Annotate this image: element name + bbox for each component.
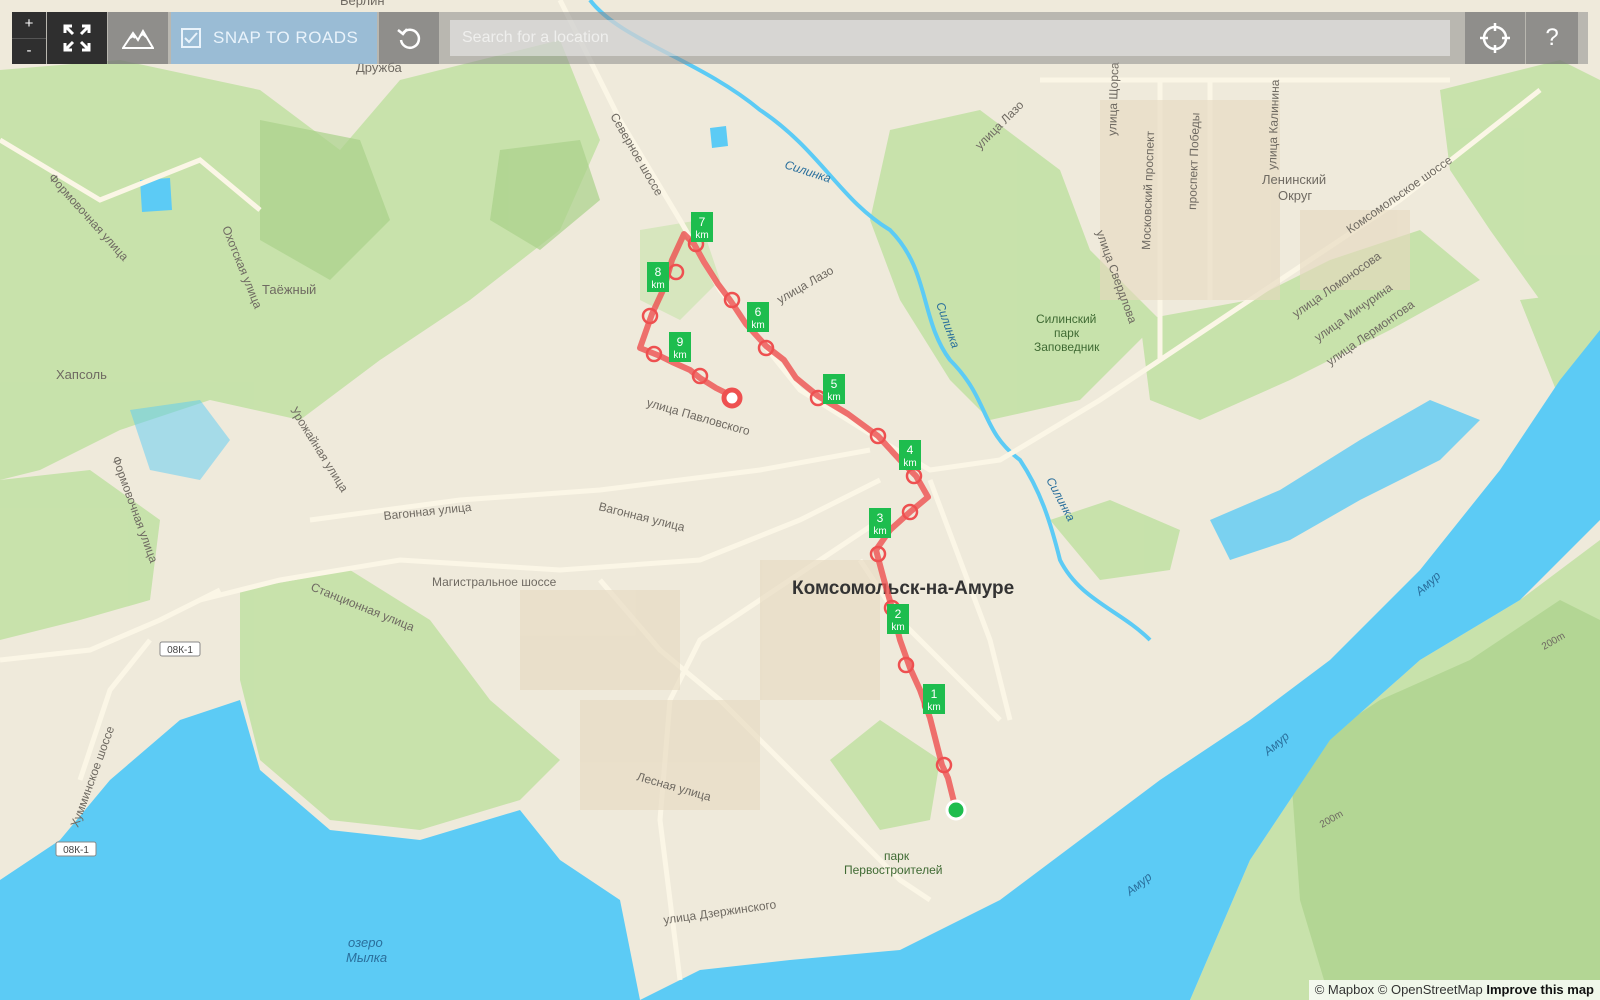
- locate-button[interactable]: [1465, 12, 1525, 64]
- km-marker-unit: km: [927, 702, 940, 713]
- km-marker-unit: km: [873, 526, 886, 537]
- park-label: Заповедник: [1034, 340, 1100, 354]
- fullscreen-icon: [63, 24, 91, 52]
- check-icon[interactable]: [181, 28, 201, 48]
- street-label: улица Щорса: [1105, 62, 1122, 136]
- park-label: парк: [1054, 326, 1080, 340]
- lake-label: Мылка: [346, 950, 387, 965]
- km-marker-unit: km: [751, 320, 764, 331]
- km-marker-number: 9: [677, 335, 684, 349]
- km-marker: 4km: [899, 440, 921, 470]
- city-label: Комсомольск-на-Амуре: [792, 578, 1014, 599]
- km-marker: 7km: [691, 212, 713, 242]
- undo-icon: [397, 28, 421, 49]
- map-attribution: © Mapbox © OpenStreetMap Improve this ma…: [1308, 980, 1600, 1000]
- km-marker-number: 1: [931, 687, 938, 701]
- route-end-marker[interactable]: [721, 387, 743, 409]
- undo-button[interactable]: [379, 12, 439, 64]
- district-label: Ленинский: [1262, 172, 1326, 187]
- park-label: Первостроителей: [844, 863, 942, 877]
- village-label: Хапсоль: [56, 367, 107, 382]
- road-badge: 08К-1: [159, 641, 201, 657]
- km-marker-unit: km: [673, 350, 686, 361]
- zoom-out-button[interactable]: -: [12, 39, 46, 65]
- improve-map-link[interactable]: Improve this map: [1486, 982, 1594, 997]
- park-label: парк: [884, 849, 910, 863]
- search-input[interactable]: [450, 20, 1450, 56]
- km-marker-number: 8: [655, 265, 662, 279]
- lake-label: озеро: [348, 935, 383, 950]
- km-marker-number: 6: [755, 305, 762, 319]
- km-marker-unit: km: [827, 392, 840, 403]
- km-marker-unit: km: [891, 622, 904, 633]
- km-marker: 3km: [869, 508, 891, 538]
- km-marker-unit: km: [695, 230, 708, 241]
- village-label: Берлин: [340, 0, 385, 8]
- snap-to-roads-toggle[interactable]: SNAP TO ROADS: [171, 12, 377, 64]
- km-marker: 9km: [669, 332, 691, 362]
- crosshair-icon: [1480, 23, 1510, 53]
- terrain-button[interactable]: [108, 12, 168, 64]
- road-badge: 08К-1: [55, 841, 97, 857]
- km-marker-unit: km: [903, 458, 916, 469]
- km-marker: 8km: [647, 262, 669, 292]
- km-marker: 1km: [923, 684, 945, 714]
- km-marker-number: 7: [699, 215, 706, 229]
- km-marker-number: 5: [831, 377, 838, 391]
- park-label: Силинский: [1036, 312, 1096, 326]
- km-marker: 5km: [823, 374, 845, 404]
- zoom-control: + -: [12, 12, 46, 64]
- mapbox-attribution-link[interactable]: © Mapbox: [1315, 982, 1374, 997]
- km-marker: 6km: [747, 302, 769, 332]
- svg-text:08К-1: 08К-1: [167, 645, 193, 656]
- km-marker-number: 3: [877, 511, 884, 525]
- help-button[interactable]: ?: [1526, 12, 1578, 64]
- route-start-marker[interactable]: [945, 799, 967, 821]
- km-marker-number: 2: [895, 607, 902, 621]
- map-canvas[interactable]: Комсомольск-на-Амуре Силинский парк Запо…: [0, 0, 1600, 1000]
- snap-to-roads-label: SNAP TO ROADS: [213, 28, 359, 47]
- fullscreen-button[interactable]: [47, 12, 107, 64]
- mountain-icon: [122, 28, 154, 49]
- km-marker-number: 4: [907, 443, 914, 457]
- village-label: Таёжный: [262, 282, 316, 297]
- street-label: Магистральное шоссе: [432, 575, 557, 589]
- km-marker-unit: km: [651, 280, 664, 291]
- zoom-in-button[interactable]: +: [12, 12, 46, 39]
- svg-text:08К-1: 08К-1: [63, 845, 89, 856]
- km-marker: 2km: [887, 604, 909, 634]
- osm-attribution-link[interactable]: © OpenStreetMap: [1378, 982, 1483, 997]
- district-label: Округ: [1278, 188, 1312, 203]
